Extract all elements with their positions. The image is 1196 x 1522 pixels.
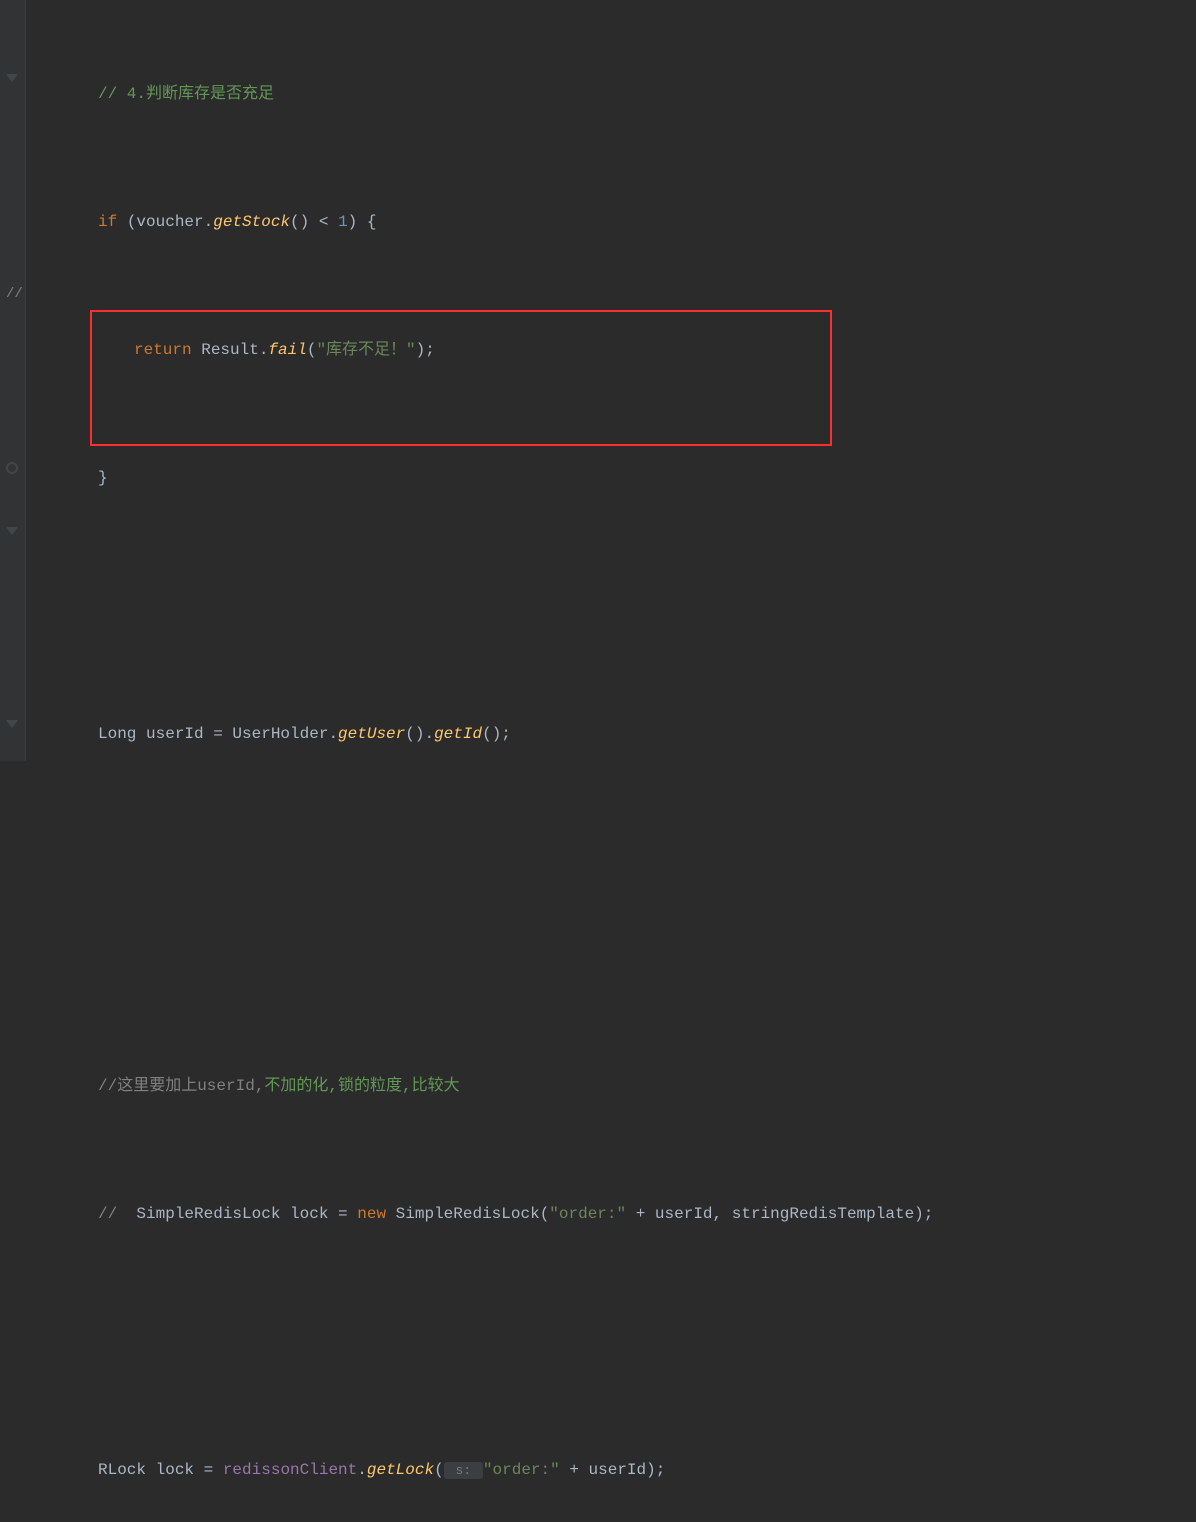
code-line-blank[interactable] — [26, 942, 1196, 974]
code-line[interactable]: //这里要加上userId,不加的化,锁的粒度,比较大 — [26, 1070, 1196, 1102]
gutter-comment-marker: // — [6, 278, 23, 310]
method-exit-icon — [4, 718, 20, 734]
code-line[interactable]: // SimpleRedisLock lock = new SimpleRedi… — [26, 1198, 1196, 1230]
code-line-blank[interactable] — [26, 846, 1196, 878]
code-line[interactable]: } — [26, 462, 1196, 494]
code-line[interactable]: RLock lock = redissonClient.getLock( s: … — [26, 1454, 1196, 1486]
code-line[interactable]: Long userId = UserHolder.getUser().getId… — [26, 718, 1196, 750]
code-line[interactable]: return Result.fail("库存不足！"); — [26, 334, 1196, 366]
code-line[interactable]: // 4.判断库存是否充足 — [26, 78, 1196, 110]
code-editor[interactable]: // 4.判断库存是否充足 if (voucher.getStock() < 1… — [26, 0, 1196, 761]
method-override-icon — [4, 460, 20, 476]
code-line[interactable]: if (voucher.getStock() < 1) { — [26, 206, 1196, 238]
editor-gutter: // — [0, 0, 26, 761]
code-line-blank[interactable] — [26, 1326, 1196, 1358]
method-exit-icon — [4, 72, 20, 88]
code-line-blank[interactable] — [26, 590, 1196, 622]
method-exit-icon — [4, 525, 20, 541]
parameter-hint: s: — [444, 1462, 483, 1479]
